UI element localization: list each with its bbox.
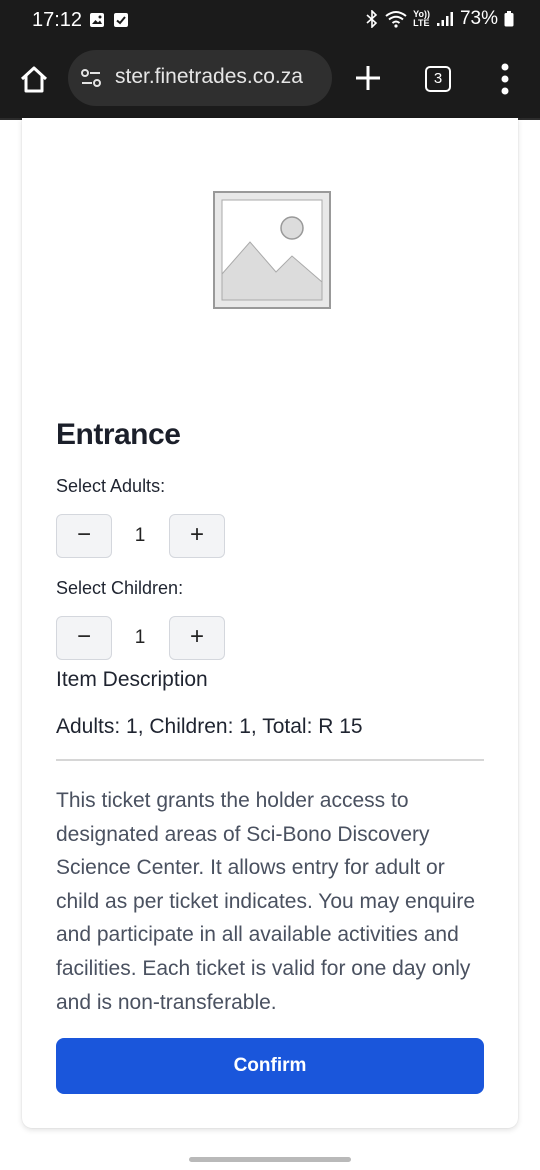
battery-icon — [504, 11, 514, 27]
home-indicator[interactable] — [189, 1157, 351, 1162]
url-text[interactable]: ster.finetrades.co.za — [115, 65, 303, 89]
adults-label: Select Adults: — [56, 476, 166, 496]
new-tab-icon[interactable] — [352, 62, 384, 94]
status-right-group: Yo)) LTE 73% — [365, 8, 514, 30]
bluetooth-icon — [366, 10, 378, 28]
product-card: Entrance Select Adults: − 1 + Select Chi… — [22, 118, 518, 1128]
children-quantity: 1 — [134, 627, 146, 648]
image-placeholder-icon — [213, 191, 331, 309]
home-icon[interactable] — [18, 64, 50, 96]
image-icon — [90, 13, 104, 27]
address-bar[interactable]: ster.finetrades.co.za — [68, 50, 332, 106]
adults-increment-button[interactable]: + — [169, 514, 225, 558]
battery-percent: 73% — [459, 8, 498, 29]
children-increment-button[interactable]: + — [169, 616, 225, 660]
children-decrement-button[interactable]: − — [56, 616, 112, 660]
divider — [56, 759, 484, 761]
signal-icon — [436, 12, 453, 26]
wifi-icon — [385, 11, 407, 28]
more-menu-icon[interactable] — [497, 62, 513, 96]
status-bar: 17:12 Yo)) LTE 73% — [0, 0, 540, 40]
adults-quantity: 1 — [134, 525, 146, 546]
network-type-label: Yo)) LTE — [413, 9, 430, 28]
site-settings-icon[interactable] — [80, 67, 102, 89]
check-icon — [114, 13, 128, 27]
status-time: 17:12 — [32, 9, 83, 31]
confirm-button[interactable]: Confirm — [56, 1038, 484, 1094]
tab-count: 3 — [433, 70, 443, 87]
adults-decrement-button[interactable]: − — [56, 514, 112, 558]
children-label: Select Children: — [56, 578, 184, 598]
order-summary: Adults: 1, Children: 1, Total: R 15 — [56, 715, 363, 738]
product-title: Entrance — [56, 418, 181, 451]
item-description-heading: Item Description — [56, 668, 208, 691]
browser-toolbar: ster.finetrades.co.za 3 — [0, 40, 540, 120]
item-description-text: This ticket grants the holder access to … — [56, 789, 476, 1014]
tab-switcher-icon[interactable]: 3 — [425, 66, 451, 92]
